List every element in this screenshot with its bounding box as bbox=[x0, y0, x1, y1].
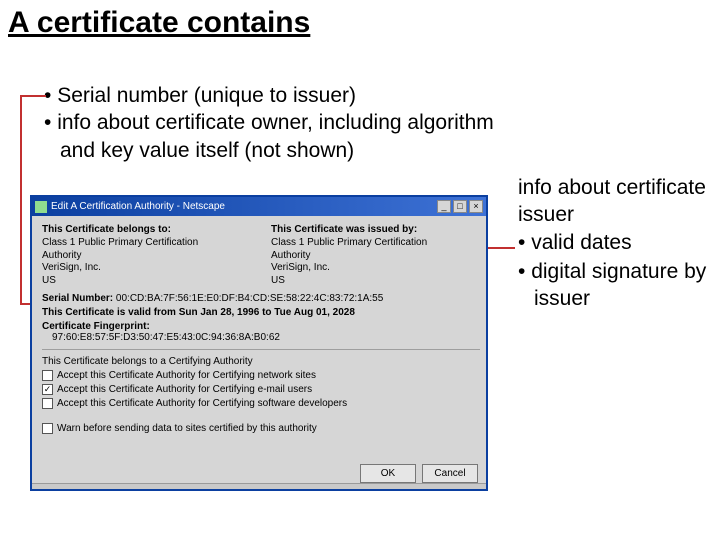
belongs-line: Authority bbox=[42, 250, 251, 263]
bullet-item: • info about certificate owner, includin… bbox=[44, 109, 504, 164]
bullet-item: • valid dates bbox=[518, 229, 708, 256]
checkbox-label: Accept this Certificate Authority for Ce… bbox=[57, 370, 316, 381]
ok-button[interactable]: OK bbox=[360, 464, 416, 483]
serial-label: Serial Number: bbox=[42, 293, 113, 304]
annotation-line bbox=[20, 95, 46, 97]
app-icon bbox=[35, 201, 47, 213]
fingerprint-value: 97:60:E8:57:5F:D3:50:47:E5:43:0C:94:36:8… bbox=[52, 332, 480, 343]
checkbox-row: Accept this Certificate Authority for Ce… bbox=[42, 398, 480, 409]
minimize-button[interactable]: _ bbox=[437, 200, 451, 213]
cancel-button[interactable]: Cancel bbox=[422, 464, 478, 483]
belongs-ca-text: This Certificate belongs to a Certifying… bbox=[42, 356, 480, 367]
window-title: Edit A Certification Authority - Netscap… bbox=[51, 201, 435, 212]
issued-line: Class 1 Public Primary Certification bbox=[271, 237, 480, 250]
slide-title: A certificate contains bbox=[8, 6, 310, 40]
issued-line: US bbox=[271, 275, 480, 288]
certificate-dialog: Edit A Certification Authority - Netscap… bbox=[30, 195, 488, 491]
issued-line: VeriSign, Inc. bbox=[271, 262, 480, 275]
separator bbox=[42, 349, 480, 350]
bullets-right: info about certificate issuer • valid da… bbox=[518, 174, 708, 314]
checkbox-row: Accept this Certificate Authority for Ce… bbox=[42, 370, 480, 381]
bullets-top: • Serial number (unique to issuer) • inf… bbox=[44, 82, 504, 164]
dialog-body: This Certificate belongs to: Class 1 Pub… bbox=[32, 216, 486, 434]
belongs-column: This Certificate belongs to: Class 1 Pub… bbox=[42, 224, 251, 287]
issued-line: Authority bbox=[271, 250, 480, 263]
checkbox-row: ✓ Accept this Certificate Authority for … bbox=[42, 384, 480, 395]
checkbox-row: Warn before sending data to sites certif… bbox=[42, 423, 480, 434]
bullet-item: info about certificate issuer bbox=[518, 174, 708, 229]
checkbox-label: Accept this Certificate Authority for Ce… bbox=[57, 398, 347, 409]
checkbox-email-users[interactable]: ✓ bbox=[42, 384, 53, 395]
maximize-button[interactable]: □ bbox=[453, 200, 467, 213]
issued-column: This Certificate was issued by: Class 1 … bbox=[271, 224, 480, 287]
belongs-line: VeriSign, Inc. bbox=[42, 262, 251, 275]
checkbox-network-sites[interactable] bbox=[42, 370, 53, 381]
dialog-buttons: OK Cancel bbox=[360, 464, 478, 483]
checkbox-label: Accept this Certificate Authority for Ce… bbox=[57, 384, 312, 395]
serial-row: Serial Number: 00:CD:BA:7F:56:1E:E0:DF:B… bbox=[42, 293, 480, 304]
bullet-text: info about certificate issuer bbox=[518, 176, 706, 226]
bullet-text: Serial number (unique to issuer) bbox=[57, 84, 356, 107]
bullet-text: info about certificate owner, including … bbox=[57, 111, 494, 161]
belongs-line: Class 1 Public Primary Certification bbox=[42, 237, 251, 250]
titlebar: Edit A Certification Authority - Netscap… bbox=[32, 197, 486, 216]
checkbox-warn[interactable] bbox=[42, 423, 53, 434]
annotation-line bbox=[20, 95, 22, 305]
bullet-text: digital signature by issuer bbox=[531, 260, 706, 310]
belongs-header: This Certificate belongs to: bbox=[42, 224, 251, 235]
issued-header: This Certificate was issued by: bbox=[271, 224, 480, 235]
bullet-text: valid dates bbox=[531, 231, 631, 254]
fingerprint-label: Certificate Fingerprint: bbox=[42, 321, 480, 332]
checkbox-software-devs[interactable] bbox=[42, 398, 53, 409]
serial-value: 00:CD:BA:7F:56:1E:E0:DF:B4:CD:SE:58:22:4… bbox=[116, 293, 383, 304]
bullet-item: • digital signature by issuer bbox=[518, 258, 708, 313]
checkbox-label: Warn before sending data to sites certif… bbox=[57, 423, 317, 434]
valid-dates: This Certificate is valid from Sun Jan 2… bbox=[42, 307, 480, 318]
dialog-footer bbox=[32, 483, 486, 489]
bullet-item: • Serial number (unique to issuer) bbox=[44, 82, 504, 109]
belongs-line: US bbox=[42, 275, 251, 288]
close-button[interactable]: × bbox=[469, 200, 483, 213]
